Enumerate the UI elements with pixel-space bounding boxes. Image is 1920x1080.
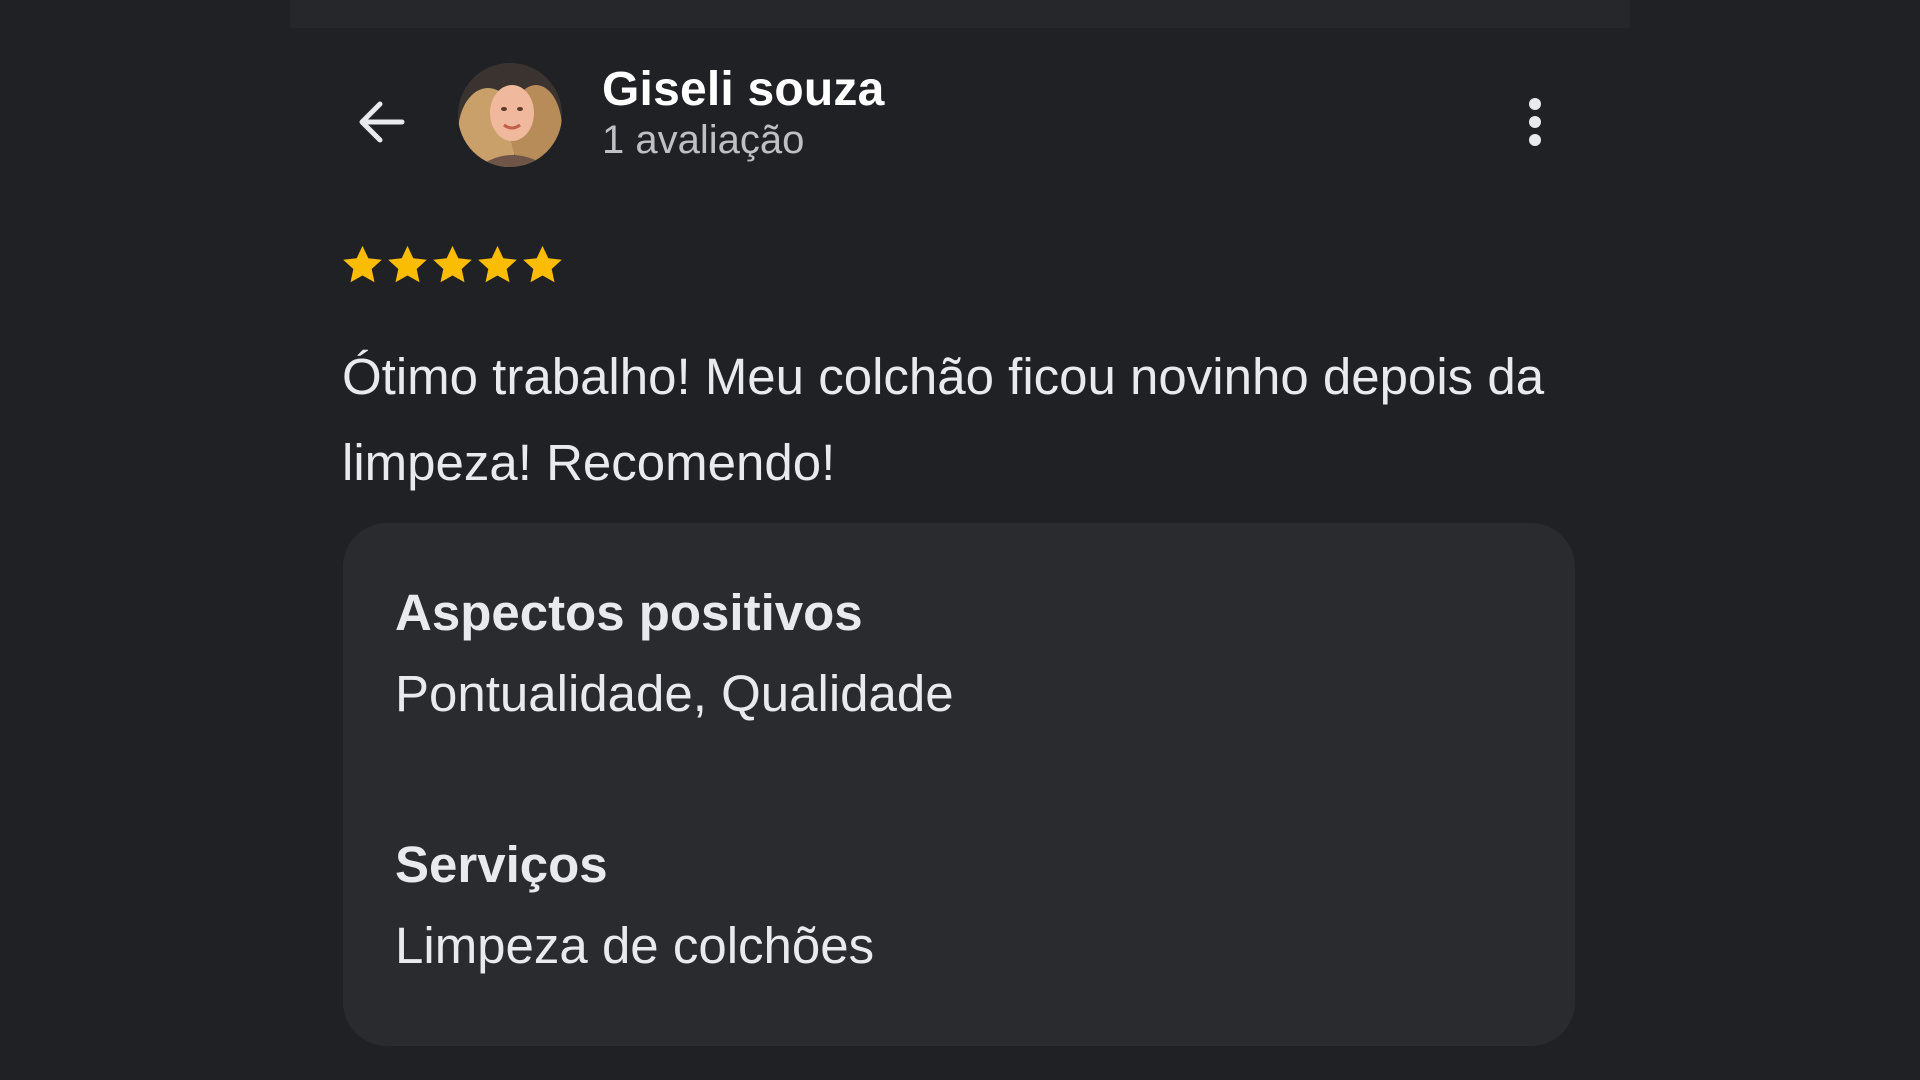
review-text: Ótimo trabalho! Meu colchão ficou novinh… [342,348,1545,491]
user-photo [458,63,562,167]
review-count: 1 avaliação [602,118,805,162]
star-icon [433,245,472,283]
star-rating [340,242,565,290]
review-header: Giseli souza 1 avaliação [340,60,1580,170]
arrow-left-icon [359,101,405,143]
avatar[interactable] [458,63,562,167]
review-details-card: Aspectos positivos Pontualidade, Qualida… [343,523,1575,1046]
services-heading: Serviços [395,836,608,893]
positive-aspects-section: Aspectos positivos Pontualidade, Qualida… [395,583,954,723]
user-name[interactable]: Giseli souza [602,62,885,117]
positive-aspects-heading: Aspectos positivos [395,584,863,641]
star-icon [388,245,427,283]
star-icon [523,245,562,283]
top-bar [290,0,1630,28]
more-options-button[interactable] [1515,90,1555,154]
star-icon [478,245,517,283]
more-vertical-icon [1529,98,1541,146]
star-icon [343,245,382,283]
services-section: Serviços Limpeza de colchões [395,835,874,975]
back-button[interactable] [350,90,414,154]
positive-aspects-value: Pontualidade, Qualidade [395,665,954,722]
services-value: Limpeza de colchões [395,917,875,974]
